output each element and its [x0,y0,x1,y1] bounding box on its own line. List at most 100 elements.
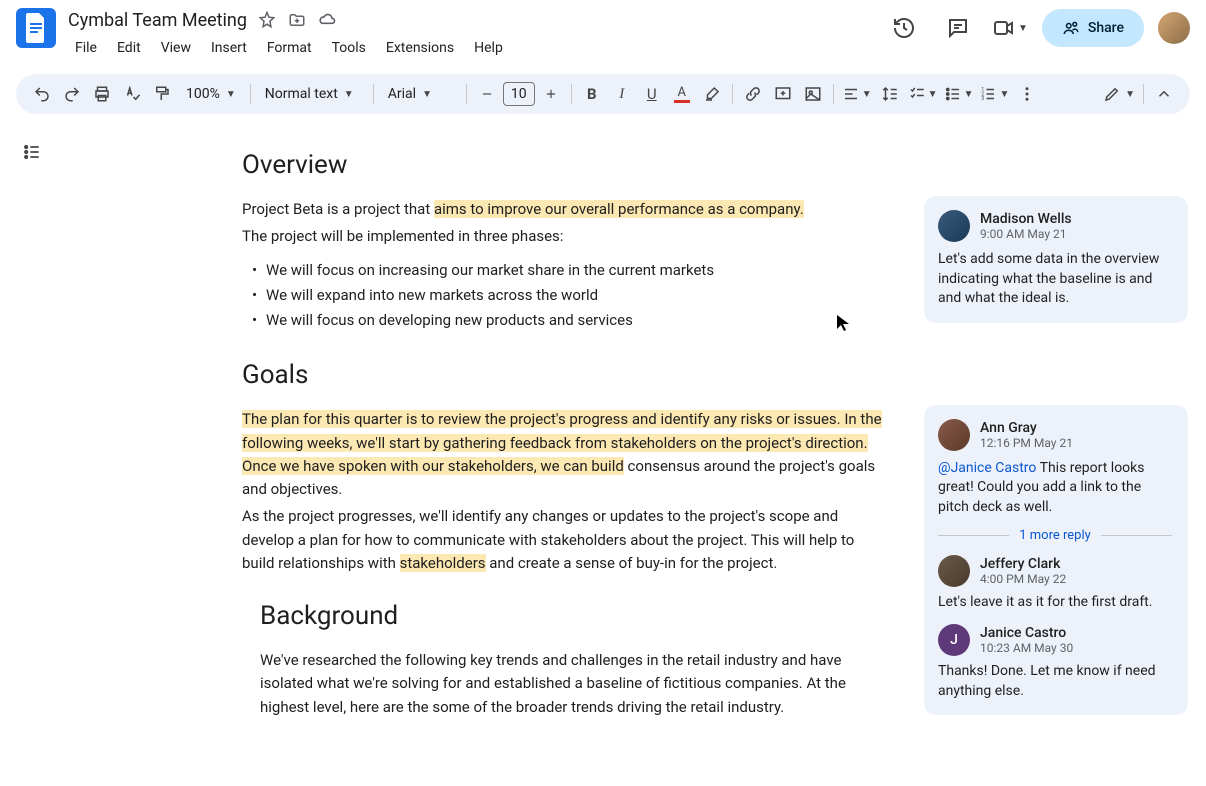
toolbar-container: 100%▼ Normal text▼ Arial▼ 10 B I U A ▼ ▼… [0,66,1206,122]
font-size-input[interactable]: 10 [503,82,535,106]
zoom-select[interactable]: 100%▼ [178,80,244,108]
redo-icon[interactable] [58,80,86,108]
comment-body: Let's leave it as it for the first draft… [938,593,1172,613]
align-icon[interactable]: ▼ [840,80,874,108]
menu-edit[interactable]: Edit [110,36,148,60]
overview-list[interactable]: We will focus on increasing our market s… [242,259,882,333]
bold-icon[interactable]: B [578,80,606,108]
share-button[interactable]: Share [1042,9,1144,47]
separator [732,84,733,104]
link-icon[interactable] [739,80,767,108]
separator [250,84,251,104]
doc-title[interactable]: Cymbal Team Meeting [68,10,247,31]
numbered-list-icon[interactable]: 123▼ [977,80,1011,108]
menu-insert[interactable]: Insert [204,36,254,60]
title-area: Cymbal Team Meeting File Edit View Inser… [68,8,884,60]
docs-logo[interactable] [16,8,56,48]
heading-background[interactable]: Background [260,601,882,631]
more-icon[interactable] [1013,80,1041,108]
font-size-increase[interactable] [537,80,565,108]
commenter-avatar: J [938,624,970,656]
comment-author: Jeffery Clark [980,556,1066,572]
reply-divider: 1 more reply [938,528,1172,543]
share-label: Share [1088,20,1124,36]
toolbar: 100%▼ Normal text▼ Arial▼ 10 B I U A ▼ ▼… [16,74,1190,114]
underline-icon[interactable]: U [638,80,666,108]
text-color-icon[interactable]: A [668,80,696,108]
separator [373,84,374,104]
star-icon[interactable] [257,10,277,30]
list-item[interactable]: We will focus on developing new products… [266,309,882,332]
add-comment-icon[interactable] [769,80,797,108]
comment-body: Let's add some data in the overview indi… [938,250,1172,309]
undo-icon[interactable] [28,80,56,108]
menubar: File Edit View Insert Format Tools Exten… [68,36,884,60]
comment-card[interactable]: Madison Wells 9:00 AM May 21 Let's add s… [924,196,1188,323]
commenter-avatar [938,210,970,242]
menu-view[interactable]: View [154,36,198,60]
goals-paragraph[interactable]: The plan for this quarter is to review t… [242,408,882,501]
comments-icon[interactable] [938,8,978,48]
insert-image-icon[interactable] [799,80,827,108]
video-call-button[interactable]: ▼ [992,16,1028,40]
outline-toggle-icon[interactable] [16,136,48,168]
header: Cymbal Team Meeting File Edit View Inser… [0,0,1206,66]
menu-tools[interactable]: Tools [325,36,373,60]
menu-format[interactable]: Format [260,36,319,60]
print-icon[interactable] [88,80,116,108]
line-spacing-icon[interactable] [876,80,904,108]
menu-extensions[interactable]: Extensions [379,36,461,60]
more-replies-link[interactable]: 1 more reply [1019,528,1091,543]
comment-author: Madison Wells [980,211,1072,227]
comment-author: Janice Castro [980,625,1073,641]
user-avatar[interactable] [1158,12,1190,44]
separator [833,84,834,104]
style-select[interactable]: Normal text▼ [257,80,367,108]
comment-time: 10:23 AM May 30 [980,641,1073,655]
overview-paragraph-2[interactable]: The project will be implemented in three… [242,225,882,248]
history-icon[interactable] [884,8,924,48]
comment-time: 9:00 AM May 21 [980,227,1072,241]
collapse-toolbar-icon[interactable] [1150,80,1178,108]
background-paragraph[interactable]: We've researched the following key trend… [260,649,882,719]
commenter-avatar [938,419,970,451]
spellcheck-icon[interactable] [118,80,146,108]
separator [1143,84,1144,104]
move-icon[interactable] [287,10,307,30]
bullet-list-icon[interactable]: ▼ [942,80,976,108]
separator [466,84,467,104]
menu-help[interactable]: Help [467,36,510,60]
comments-column: Madison Wells 9:00 AM May 21 Let's add s… [924,196,1188,715]
document-body[interactable]: Overview Project Beta is a project that … [242,130,882,778]
comment-reply: J Janice Castro 10:23 AM May 30 Thanks! … [938,624,1172,701]
list-item[interactable]: We will expand into new markets across t… [266,284,882,307]
list-item[interactable]: We will focus on increasing our market s… [266,259,882,282]
comment-body: @Janice Castro This report looks great! … [938,459,1172,518]
comment-body: Thanks! Done. Let me know if need anythi… [938,662,1172,701]
font-size-decrease[interactable] [473,80,501,108]
editing-mode-icon[interactable]: ▼ [1101,80,1137,108]
separator [571,84,572,104]
overview-paragraph[interactable]: Project Beta is a project that aims to i… [242,198,882,221]
heading-overview[interactable]: Overview [242,150,882,180]
comment-card[interactable]: Ann Gray 12:16 PM May 21 @Janice Castro … [924,405,1188,716]
comment-reply: Jeffery Clark 4:00 PM May 22 Let's leave… [938,555,1172,613]
mention[interactable]: @Janice Castro [938,460,1036,476]
menu-file[interactable]: File [68,36,104,60]
header-actions: ▼ Share [884,8,1190,48]
comment-time: 4:00 PM May 22 [980,572,1066,586]
commenter-avatar [938,555,970,587]
checklist-icon[interactable]: ▼ [906,80,940,108]
outline-rail [16,130,56,778]
italic-icon[interactable]: I [608,80,636,108]
comment-author: Ann Gray [980,420,1073,436]
goals-paragraph-2[interactable]: As the project progresses, we'll identif… [242,505,882,575]
comment-time: 12:16 PM May 21 [980,436,1073,450]
cursor-icon [836,314,850,332]
font-select[interactable]: Arial▼ [380,80,460,108]
heading-goals[interactable]: Goals [242,360,882,390]
paint-format-icon[interactable] [148,80,176,108]
highlight-icon[interactable] [698,80,726,108]
cloud-status-icon[interactable] [317,10,337,30]
svg-text:3: 3 [982,96,985,102]
